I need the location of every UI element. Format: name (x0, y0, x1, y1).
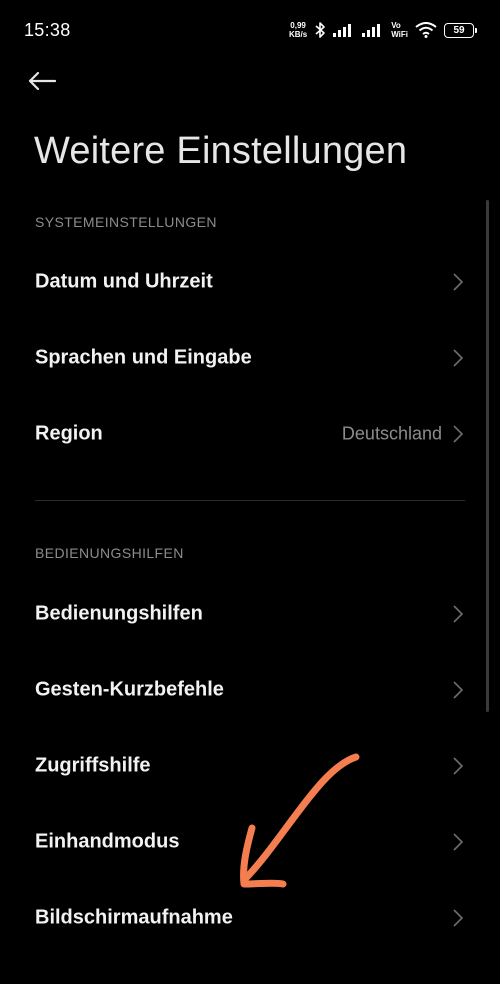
vowifi-line2: WiFi (391, 30, 408, 39)
status-icons: 0,99 KB/s Vo WiFi 59 (289, 17, 477, 43)
page-title: Weitere Einstellungen (34, 130, 408, 172)
settings-row-region[interactable]: Region Deutschland (0, 396, 500, 472)
status-bar: 15:38 0,99 KB/s Vo WiFi 59 (0, 0, 500, 60)
chevron-right-icon (453, 757, 464, 775)
section-header-system: SYSTEMEINSTELLUNGEN (35, 214, 217, 230)
row-value: Deutschland (341, 423, 442, 444)
row-label: Sprachen und Eingabe (35, 346, 252, 369)
row-label: Gesten-Kurzbefehle (35, 678, 224, 701)
chevron-right-icon (453, 833, 464, 851)
settings-row-languages-input[interactable]: Sprachen und Eingabe (0, 320, 500, 396)
screen: 15:38 0,99 KB/s Vo WiFi 59 Weitere Einst… (0, 0, 500, 984)
battery-indicator: 59 (444, 22, 477, 38)
network-speed-unit: KB/s (288, 30, 308, 39)
chevron-right-icon (453, 273, 464, 291)
network-speed: 0,99 KB/s (289, 21, 307, 39)
row-label: Zugriffshilfe (35, 754, 151, 777)
chevron-right-icon (453, 349, 464, 367)
settings-row-quick-ball[interactable]: Zugriffshilfe (0, 728, 500, 804)
bluetooth-icon (314, 21, 326, 39)
wifi-icon (415, 22, 437, 38)
row-label: Einhandmodus (35, 830, 180, 853)
settings-row-screen-recorder[interactable]: Bildschirmaufnahme (0, 880, 500, 956)
signal-strength-icon (333, 22, 355, 38)
section-header-accessibility: BEDIENUNGSHILFEN (35, 545, 184, 561)
network-speed-value: 0,99 (290, 21, 306, 30)
row-label: Bildschirmaufnahme (35, 906, 233, 929)
chevron-right-icon (453, 605, 464, 623)
settings-row-accessibility[interactable]: Bedienungshilfen (0, 576, 500, 652)
settings-row-gesture-shortcuts[interactable]: Gesten-Kurzbefehle (0, 652, 500, 728)
back-arrow-icon (28, 71, 57, 96)
chevron-right-icon (453, 909, 464, 927)
section-divider (35, 500, 465, 501)
chevron-right-icon (453, 681, 464, 699)
back-button[interactable] (28, 66, 72, 100)
signal-strength-icon-2 (362, 22, 384, 38)
chevron-right-icon (453, 425, 464, 443)
row-label: Datum und Uhrzeit (35, 270, 213, 293)
vowifi-line1: Vo (391, 21, 401, 30)
settings-row-one-handed-mode[interactable]: Einhandmodus (0, 804, 500, 880)
status-time: 15:38 (24, 20, 71, 40)
vowifi-indicator: Vo WiFi (391, 21, 408, 39)
battery-level: 59 (453, 24, 465, 36)
row-label: Bedienungshilfen (35, 602, 203, 625)
settings-row-date-time[interactable]: Datum und Uhrzeit (0, 244, 500, 320)
row-label: Region (35, 422, 103, 445)
